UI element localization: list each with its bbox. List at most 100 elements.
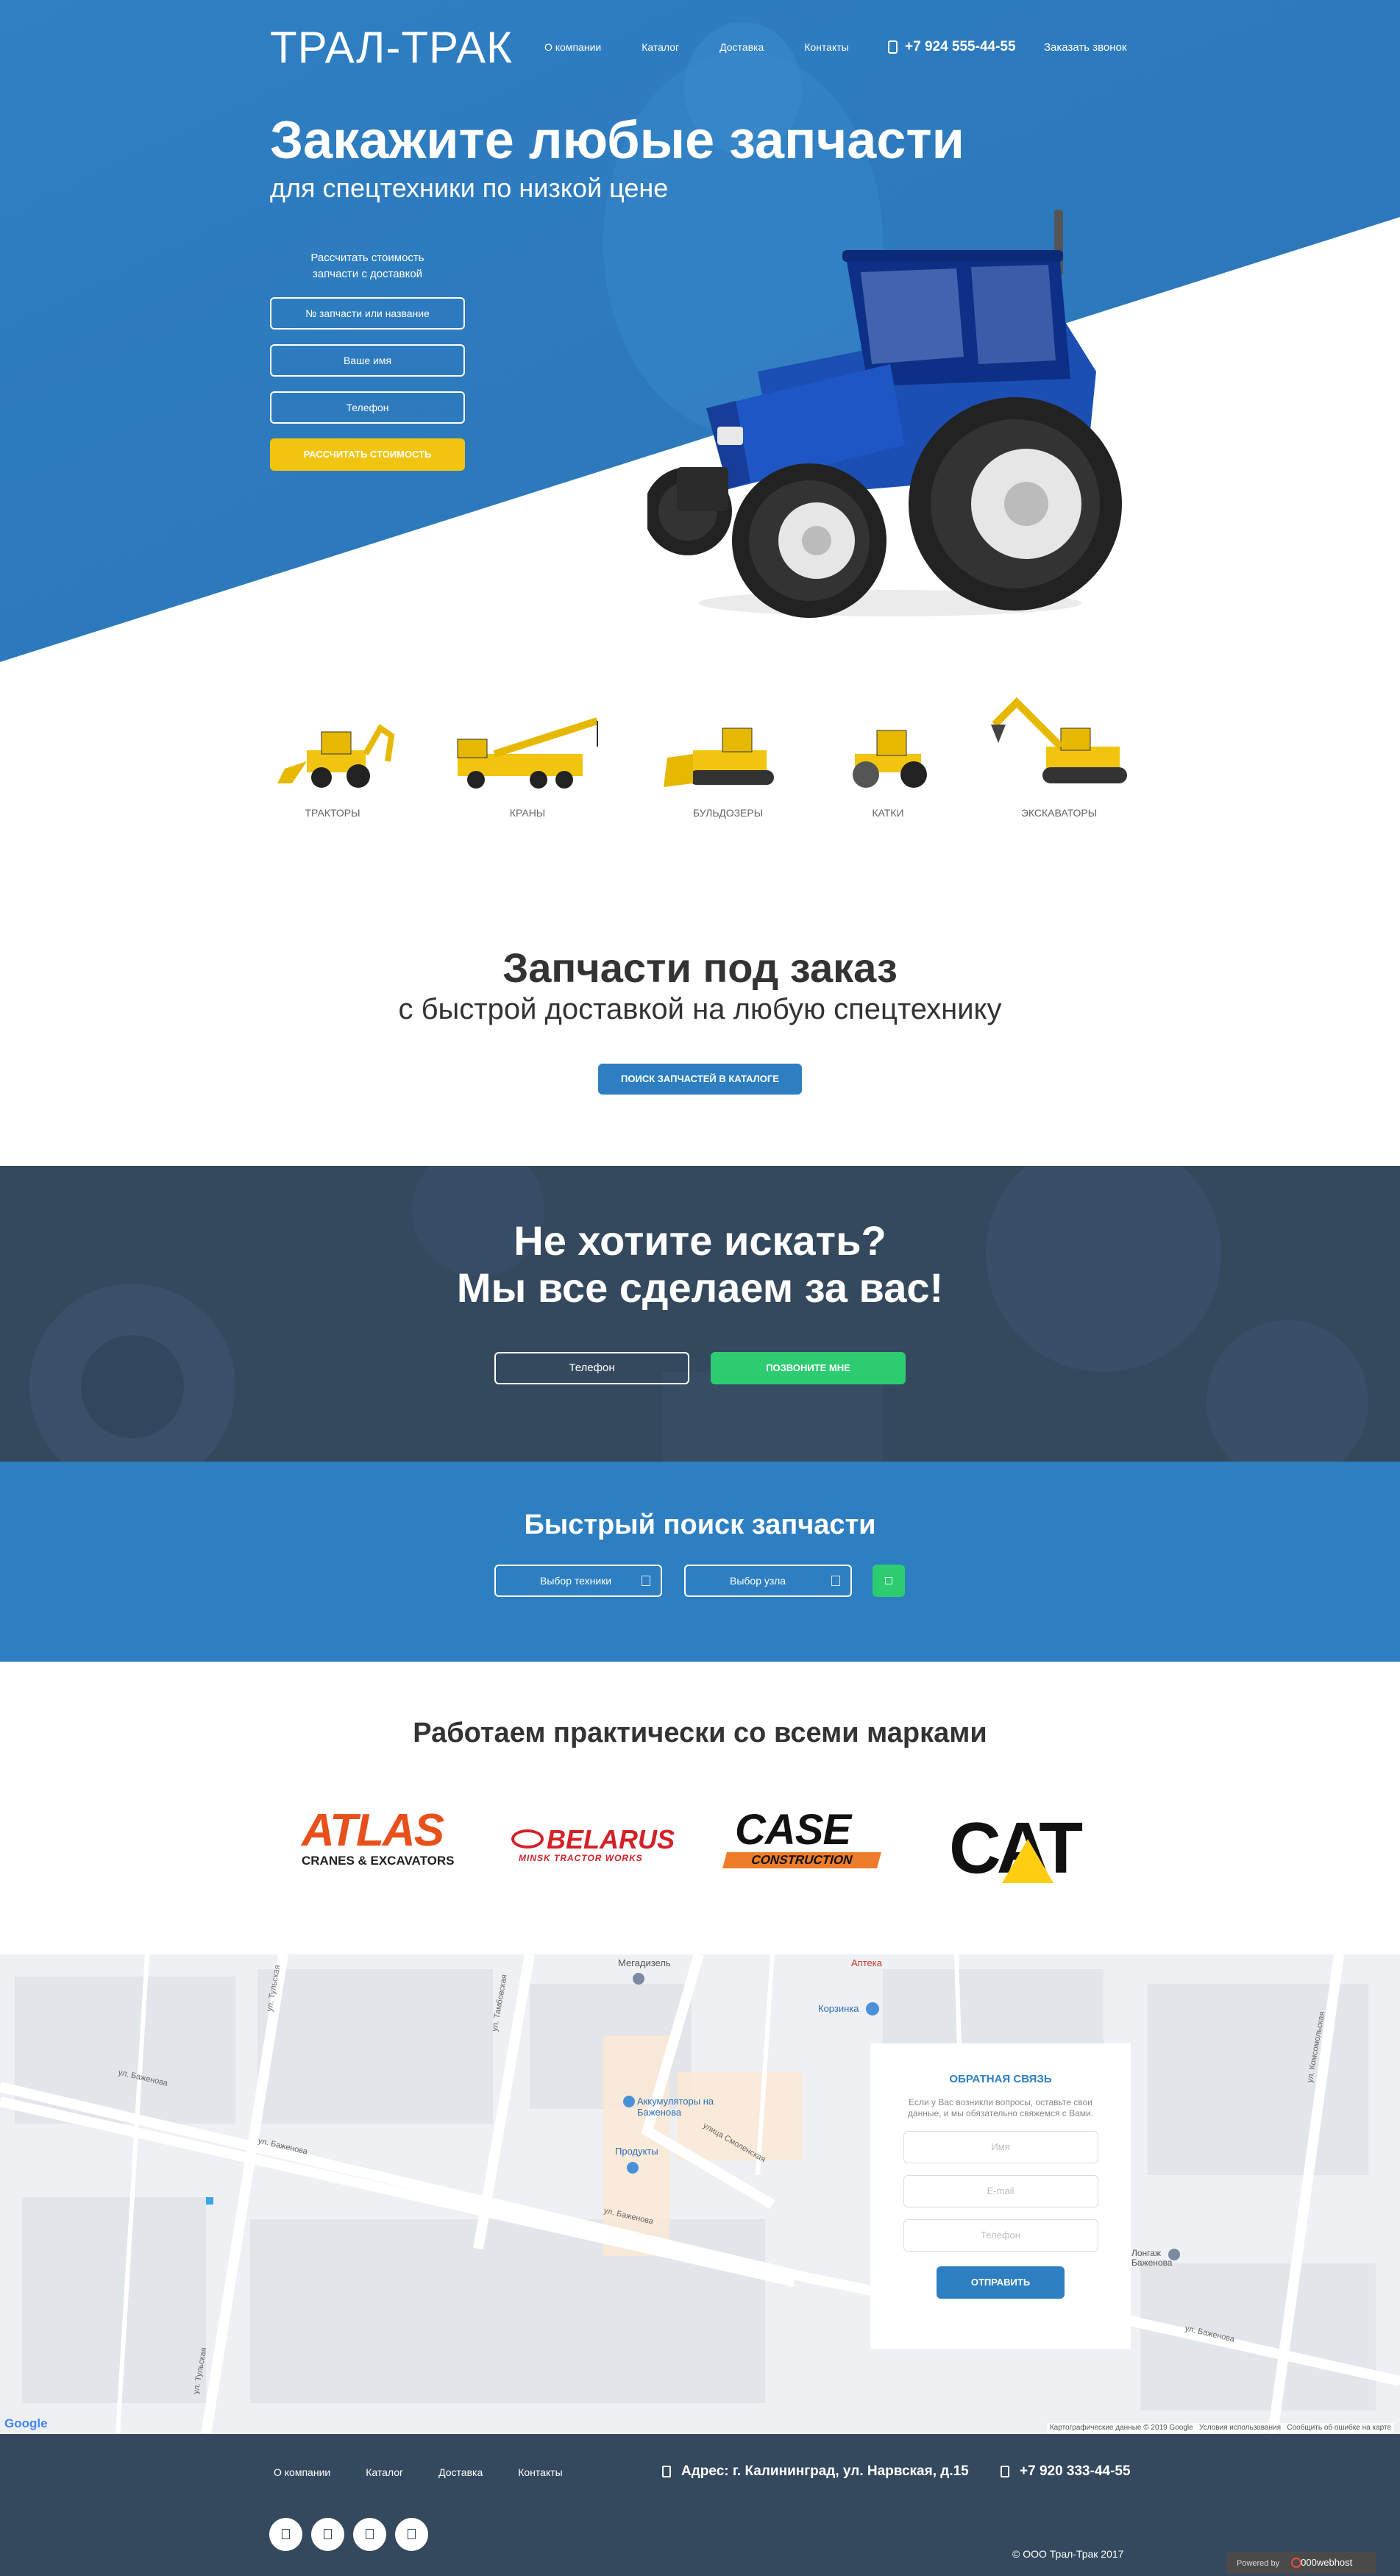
social-facebook-icon[interactable] — [311, 2518, 344, 2551]
category-bulldozers[interactable]: БУЛЬДОЗЕРЫ — [664, 717, 792, 819]
part-number-input[interactable]: № запчасти или название — [270, 297, 465, 330]
brand-belarus: BELARUS MINSK TRACTOR WORKS — [511, 1826, 677, 1871]
excavator-icon — [991, 697, 1127, 783]
footer-nav-catalog[interactable]: Каталог — [366, 2466, 403, 2478]
belarus-logo-mark — [511, 1829, 544, 1849]
category-label: КАТКИ — [872, 807, 904, 819]
location-icon — [662, 2466, 671, 2477]
category-label: ТРАКТОРЫ — [305, 807, 360, 819]
hero-subtitle: для спецтехники по низкой цене — [270, 173, 669, 203]
calc-form-caption: Рассчитать стоимость запчасти с доставко… — [310, 252, 424, 280]
dropdown-icon — [642, 1576, 650, 1586]
callback-link[interactable]: Заказать звонок — [1044, 41, 1126, 54]
poi-pharmacy[interactable]: Аптека — [851, 1957, 882, 1968]
call-me-button[interactable]: ПОЗВОНИТЕ МНЕ — [711, 1352, 906, 1384]
map-section[interactable]: Мегадизель Аптека Корзинка Аккумуляторы … — [0, 1954, 1400, 2434]
case-logo-caption: CONSTRUCTION — [722, 1852, 881, 1868]
brands-title: Работаем практически со всеми марками — [413, 1718, 987, 1748]
machine-categories: ТРАКТОРЫ КРАНЫ БУЛЬДОЗЕРЫ КАТКИ ЭКСКАВАТ… — [270, 697, 1131, 864]
poi-korzinka[interactable]: Корзинка — [818, 2003, 859, 2014]
feedback-title: ОБРАТНАЯ СВЯЗЬ — [949, 2073, 1052, 2085]
parts-title: Запчасти под заказ — [502, 944, 898, 991]
atlas-logo-caption: CRANES & EXCAVATORS — [302, 1854, 455, 1868]
social-links — [269, 2518, 428, 2551]
engine-background — [29, 1166, 1368, 1462]
nav-catalog[interactable]: Каталог — [642, 41, 679, 53]
webhost-logo-icon — [1291, 2558, 1301, 2568]
footer-phone[interactable]: +7 920 333-44-55 — [1001, 2463, 1131, 2480]
machine-select[interactable]: Выбор техники — [494, 1565, 662, 1597]
poi-longage[interactable]: Лонгаж Баженова — [1131, 2249, 1176, 2268]
nav-contacts[interactable]: Контакты — [804, 41, 848, 53]
feedback-phone-input[interactable]: Телефон — [903, 2219, 1098, 2252]
cat-triangle-icon — [1002, 1839, 1053, 1883]
social-vk-icon[interactable] — [269, 2518, 302, 2551]
header-phone-number: +7 924 555-44-55 — [905, 39, 1016, 54]
phone-input[interactable]: Телефон — [270, 391, 465, 424]
quick-search-button[interactable] — [873, 1565, 905, 1597]
footer-nav: О компании Каталог Доставка Контакты — [274, 2466, 598, 2478]
hero-title: Закажите любые запчасти — [270, 111, 964, 170]
footer-nav-delivery[interactable]: Доставка — [438, 2466, 483, 2478]
backhoe-loader-icon — [277, 724, 395, 788]
atlas-logo-text: ATLAS — [302, 1805, 444, 1856]
google-logo[interactable]: Google — [4, 2416, 48, 2431]
calc-form: Рассчитать стоимость запчасти с доставко… — [270, 250, 465, 471]
road-roller-icon — [853, 730, 927, 788]
nav-about[interactable]: О компании — [544, 41, 601, 53]
quick-search-section: Быстрый поиск запчасти Выбор техники Выб… — [0, 1462, 1400, 1662]
category-tractors[interactable]: ТРАКТОРЫ — [270, 717, 395, 819]
site-header: ТРАЛ-ТРАК О компании Каталог Доставка Ко… — [270, 0, 1131, 96]
footer-address: Адрес: г. Калининград, ул. Нарвская, д.1… — [662, 2463, 969, 2480]
callback-phone-input[interactable]: Телефон — [494, 1352, 689, 1384]
machine-select-value: Выбор техники — [540, 1575, 612, 1587]
nav-delivery[interactable]: Доставка — [719, 41, 764, 53]
phone-icon — [888, 40, 898, 54]
callback-section: Не хотите искать? Мы все сделаем за вас!… — [0, 1166, 1400, 1462]
category-rollers[interactable]: КАТКИ — [840, 717, 936, 819]
social-odnoklassniki-icon[interactable] — [395, 2518, 428, 2551]
category-cranes[interactable]: КРАНЫ — [450, 717, 605, 819]
catalog-search-button[interactable]: ПОИСК ЗАПЧАСТЕЙ В КАТАЛОГЕ — [598, 1064, 802, 1095]
hero-section: ТРАЛ-ТРАК О компании Каталог Доставка Ко… — [0, 0, 1400, 662]
feedback-submit-button[interactable]: ОТПРАВИТЬ — [937, 2266, 1065, 2299]
brand-cat: CAT — [949, 1811, 1089, 1888]
feedback-form: ОБРАТНАЯ СВЯЗЬ Если у Вас возникли вопро… — [870, 2043, 1131, 2349]
map-canvas — [0, 1954, 1400, 2434]
unit-select-value: Выбор узла — [730, 1575, 786, 1587]
poi-batteries[interactable]: Аккумуляторы на Баженова — [637, 2096, 718, 2118]
poi-products[interactable]: Продукты — [615, 2146, 658, 2157]
callback-title: Не хотите искать? Мы все сделаем за вас! — [456, 1217, 944, 1311]
map-attribution: Картографические данные © 2019 Google Ус… — [1046, 2423, 1394, 2433]
unit-select[interactable]: Выбор узла — [684, 1565, 852, 1597]
calculate-button[interactable]: РАССЧИТАТЬ СТОИМОСТЬ — [270, 438, 465, 471]
parts-subtitle: с быстрой доставкой на любую спецтехнику — [398, 993, 1002, 1025]
report-error-link[interactable]: Сообщить об ошибке на карте — [1287, 2424, 1391, 2432]
brand-atlas: ATLAS CRANES & EXCAVATORS — [302, 1805, 465, 1876]
name-input[interactable]: Ваше имя — [270, 344, 465, 377]
quick-search-title: Быстрый поиск запчасти — [524, 1509, 876, 1540]
bulldozer-icon — [664, 727, 774, 787]
copyright: © ООО Трал-Трак 2017 — [1012, 2548, 1124, 2560]
site-footer: О компании Каталог Доставка Контакты Адр… — [0, 2434, 1400, 2576]
footer-nav-about[interactable]: О компании — [274, 2466, 330, 2478]
phone-icon — [1001, 2466, 1009, 2477]
brand-case: CASE CONSTRUCTION — [722, 1806, 890, 1868]
hosting-badge[interactable]: Powered by 000webhost — [1226, 2552, 1376, 2574]
feedback-name-input[interactable]: Имя — [903, 2131, 1098, 2163]
tractor-image — [647, 210, 1122, 618]
case-logo-text: CASE — [735, 1806, 851, 1854]
feedback-email-input[interactable]: E-mail — [903, 2175, 1098, 2207]
terms-link[interactable]: Условия использования — [1199, 2424, 1281, 2432]
footer-nav-contacts[interactable]: Контакты — [518, 2466, 562, 2478]
main-nav: О компании Каталог Доставка Контакты — [544, 41, 889, 53]
category-label: ЭКСКАВАТОРЫ — [1020, 807, 1098, 819]
category-excavators[interactable]: ЭКСКАВАТОРЫ — [987, 697, 1131, 819]
site-logo[interactable]: ТРАЛ-ТРАК — [270, 22, 513, 73]
dropdown-icon — [831, 1576, 840, 1586]
category-label: БУЛЬДОЗЕРЫ — [692, 807, 764, 819]
social-instagram-icon[interactable] — [353, 2518, 386, 2551]
belarus-logo-caption: MINSK TRACTOR WORKS — [519, 1853, 643, 1863]
header-phone[interactable]: +7 924 555-44-55 — [888, 39, 1016, 55]
poi-megadiesel[interactable]: Мегадизель — [618, 1957, 671, 1968]
